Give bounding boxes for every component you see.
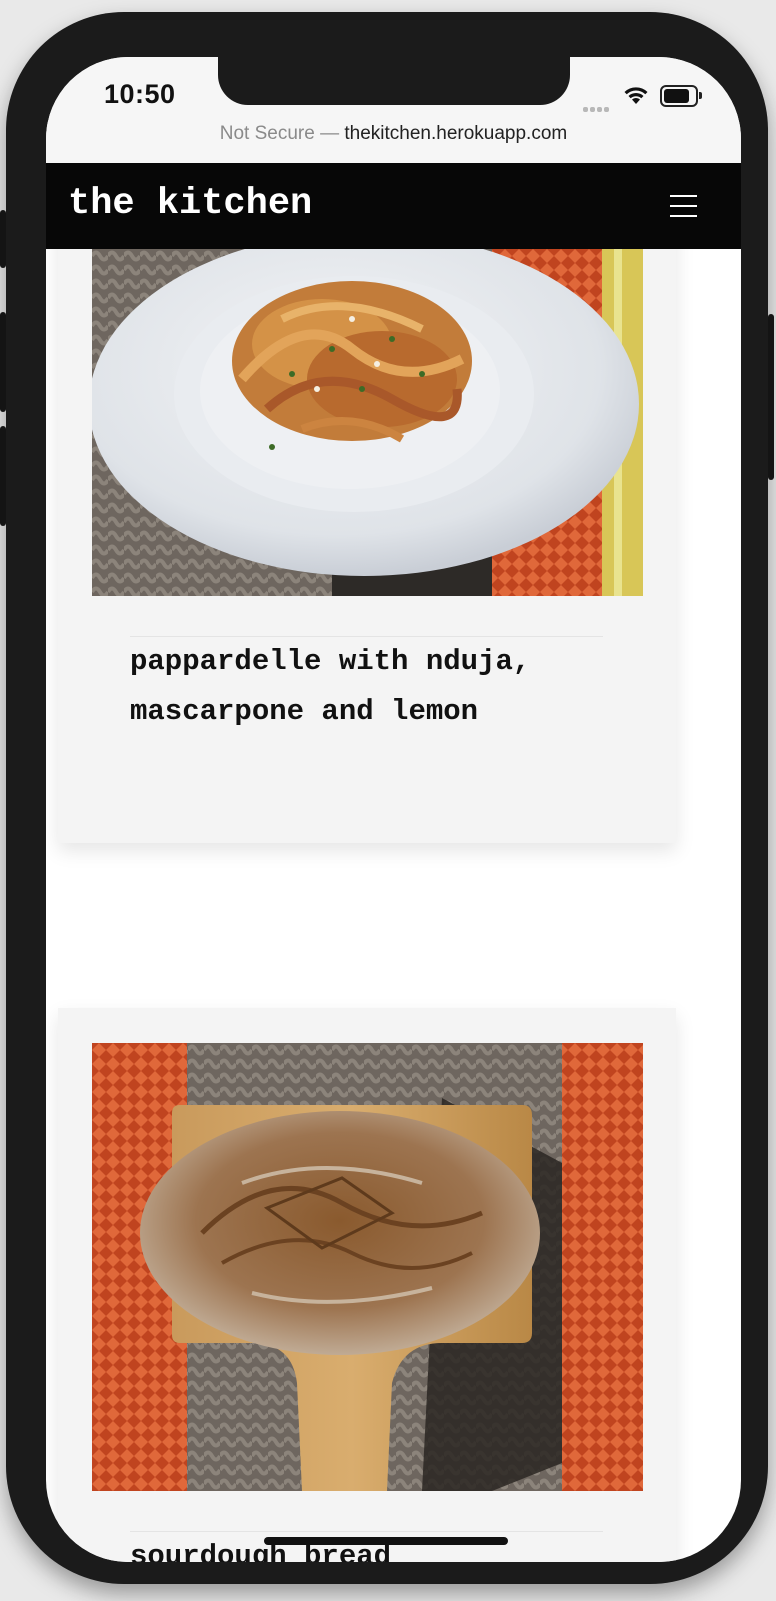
volume-up-button <box>0 312 6 412</box>
url-host: thekitchen.herokuapp.com <box>344 123 568 144</box>
site-brand[interactable]: the kitchen <box>68 183 312 225</box>
volume-down-button <box>0 426 6 526</box>
phone-frame: 10:50 Not Secure — thekitchen.herokuapp.… <box>0 12 774 1584</box>
mute-switch <box>0 210 6 268</box>
security-indicator: Not Secure <box>219 123 315 144</box>
cellular-signal-icon <box>583 99 611 117</box>
sourdough-loaf-photo[interactable] <box>92 1043 643 1491</box>
hamburger-menu-icon[interactable] <box>670 195 697 217</box>
recipe-title[interactable]: pappardelle with nduja, mascarpone and l… <box>130 637 610 737</box>
url-separator: — <box>320 123 340 144</box>
wifi-icon <box>623 85 649 110</box>
home-indicator[interactable] <box>264 1537 508 1545</box>
power-button <box>768 314 774 480</box>
browser-screen: 10:50 Not Secure — thekitchen.herokuapp.… <box>46 57 741 1562</box>
url-bar[interactable]: Not Secure — thekitchen.herokuapp.com <box>46 123 741 145</box>
recipe-card[interactable]: sourdough bread <box>58 1008 676 1562</box>
pasta-dish-photo[interactable] <box>92 249 643 596</box>
battery-icon <box>660 85 702 107</box>
camera-notch <box>218 57 570 105</box>
status-time: 10:50 <box>104 79 176 109</box>
recipe-card[interactable]: pappardelle with nduja, mascarpone and l… <box>58 249 676 843</box>
recipe-list: pappardelle with nduja, mascarpone and l… <box>46 249 741 1562</box>
site-navbar: the kitchen <box>46 163 741 249</box>
